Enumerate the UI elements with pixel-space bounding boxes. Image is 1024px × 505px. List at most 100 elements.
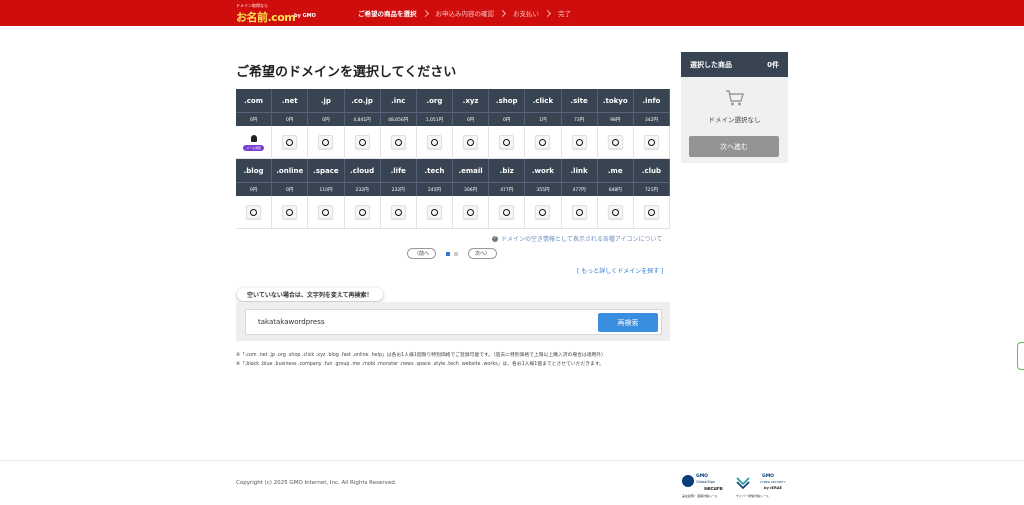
tld-label: .click [525, 89, 562, 112]
progress-steps: ご希望の商品を選択 お申込み内容の確認 お支払い 完了 [358, 8, 571, 18]
available-checkbox[interactable] [463, 205, 479, 219]
feedback-side-tab[interactable] [1017, 342, 1024, 370]
logo-text: お名前.com [236, 11, 296, 24]
available-checkbox[interactable] [499, 135, 515, 149]
tld-label: .cloud [344, 159, 381, 182]
available-checkbox[interactable] [535, 205, 551, 219]
available-checkbox[interactable] [318, 135, 334, 149]
available-checkbox[interactable] [318, 205, 334, 219]
available-checkbox[interactable] [463, 135, 479, 149]
available-checkbox[interactable] [282, 205, 298, 219]
availability-cell[interactable] [272, 196, 309, 229]
available-circle-icon [394, 138, 402, 146]
note-1: ※「.com .net .jp .org .shop .click .xyz .… [236, 353, 606, 358]
available-checkbox[interactable] [390, 205, 406, 219]
available-checkbox[interactable] [499, 205, 515, 219]
seal2-ierae: by IERAE [764, 486, 782, 490]
available-circle-icon [250, 208, 258, 216]
available-checkbox[interactable] [354, 205, 370, 219]
available-checkbox[interactable] [643, 135, 659, 149]
available-checkbox[interactable] [607, 135, 623, 149]
availability-cell[interactable] [272, 126, 309, 159]
icon-help-text: ドメインの空き情報として表示される各種アイコンについて [501, 236, 663, 243]
availability-cell[interactable] [489, 196, 526, 229]
tld-label: .club [633, 159, 670, 182]
copyright: Copyright (c) 2025 GMO Internet, Inc. Al… [236, 480, 397, 486]
tld-price: 721円 [633, 182, 670, 196]
availability-cell[interactable]: メール通知 [236, 126, 273, 159]
availability-cell[interactable] [633, 196, 670, 229]
available-circle-icon [647, 208, 655, 216]
icon-help-link[interactable]: ? ドメインの空き情報として表示される各種アイコンについて [492, 234, 662, 243]
available-circle-icon [611, 208, 619, 216]
tld-price: 1円 [525, 112, 562, 126]
availability-cell[interactable] [416, 196, 453, 229]
tld-label: .email [453, 159, 490, 182]
cyber-security-logo-icon [736, 477, 750, 489]
tld-price: 0円 [236, 112, 273, 126]
availability-cell[interactable] [453, 126, 490, 159]
tld-label: .me [597, 159, 634, 182]
availability-cell[interactable] [633, 126, 670, 159]
tld-price: 232円 [380, 182, 417, 196]
available-circle-icon [430, 138, 438, 146]
tld-label: .net [272, 89, 309, 112]
globalsign-logo-icon [682, 475, 694, 487]
notes: ※「.com .net .jp .org .shop .click .xyz .… [236, 351, 606, 369]
selected-items-title: 選択した商品 [690, 60, 732, 69]
onamae-logo[interactable]: ドメイン取得なら お名前.com by GMO [236, 3, 316, 24]
page-dot-1[interactable] [446, 251, 451, 256]
tld-label: .online [272, 159, 309, 182]
availability-cell[interactable] [561, 126, 598, 159]
selected-items-header: 選択した商品 0件 [681, 52, 788, 77]
tld-price: 98円 [597, 112, 634, 126]
availability-cell[interactable] [380, 126, 417, 159]
research-button[interactable]: 再検索 [598, 313, 658, 332]
next-page-button[interactable]: 次へ 〉 [468, 248, 498, 259]
available-circle-icon [430, 208, 438, 216]
tld-label: .info [633, 89, 670, 112]
page-dot-2[interactable] [454, 251, 459, 256]
availability-cell[interactable] [597, 196, 634, 229]
availability-cell[interactable] [561, 196, 598, 229]
available-checkbox[interactable] [354, 135, 370, 149]
availability-cell[interactable] [344, 126, 381, 159]
cyber-security-seal[interactable]: GMO CYBER SECURITY by IERAE サイバー攻撃対策シール [736, 473, 788, 500]
availability-cell[interactable] [525, 126, 562, 159]
tld-price: 232円 [344, 182, 381, 196]
available-checkbox[interactable] [643, 205, 659, 219]
available-checkbox[interactable] [535, 135, 551, 149]
available-checkbox[interactable] [571, 135, 587, 149]
bell-icon [250, 134, 257, 142]
available-checkbox[interactable] [426, 135, 442, 149]
seal2-gmo: GMO [762, 474, 774, 479]
available-checkbox[interactable] [607, 205, 623, 219]
available-checkbox[interactable] [282, 135, 298, 149]
availability-cell[interactable] [416, 126, 453, 159]
available-checkbox[interactable] [390, 135, 406, 149]
available-checkbox[interactable] [571, 205, 587, 219]
available-checkbox[interactable] [426, 205, 442, 219]
tld-label: .work [525, 159, 562, 182]
availability-cell[interactable] [308, 196, 345, 229]
tld-price: 355円 [525, 182, 562, 196]
pager: 〈 前へ 次へ 〉 [407, 248, 498, 259]
top-header: ドメイン取得なら お名前.com by GMO ご希望の商品を選択 お申込み内容… [0, 0, 1024, 26]
tld-label: .shop [489, 89, 526, 112]
availability-cell[interactable] [236, 196, 273, 229]
prev-page-button[interactable]: 〈 前へ [407, 248, 437, 259]
availability-cell[interactable] [380, 196, 417, 229]
tld-price: 342円 [633, 112, 670, 126]
availability-cell[interactable] [344, 196, 381, 229]
more-search-link[interactable]: [ もっと詳しくドメインを探す ] [577, 266, 664, 275]
next-step-button[interactable]: 次へ進む [689, 136, 779, 157]
tld-label: .link [561, 159, 598, 182]
available-checkbox[interactable] [246, 205, 262, 219]
tld-label: .com [236, 89, 273, 112]
availability-cell[interactable] [308, 126, 345, 159]
availability-cell[interactable] [489, 126, 526, 159]
globalsign-seal[interactable]: GMO GlobalSign secure 実在証明・盗聴対策シール [682, 473, 732, 500]
availability-cell[interactable] [597, 126, 634, 159]
availability-cell[interactable] [453, 196, 490, 229]
availability-cell[interactable] [525, 196, 562, 229]
